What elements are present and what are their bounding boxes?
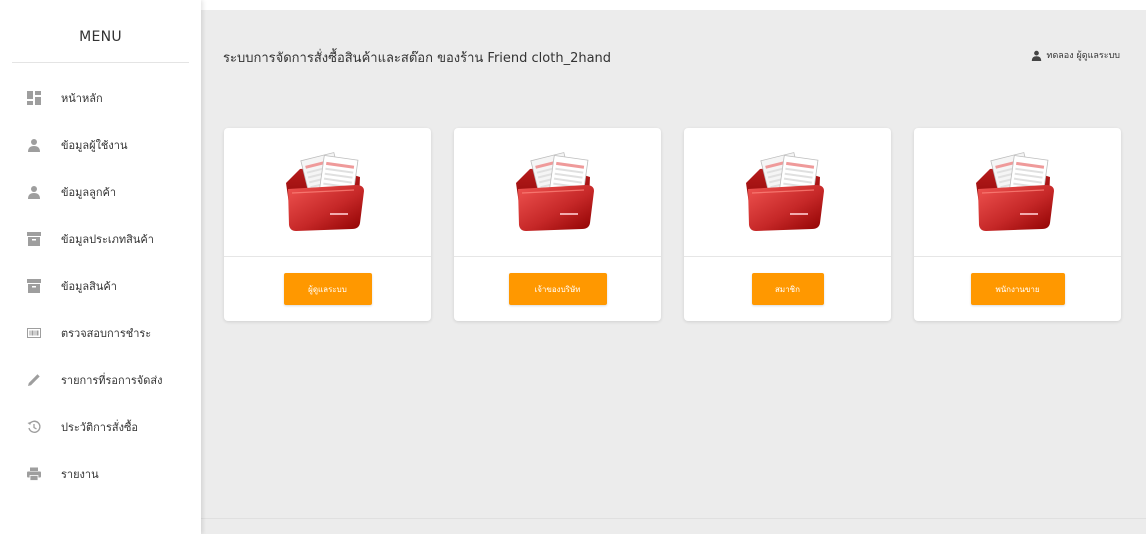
admin-button[interactable]: ผู้ดูแลระบบ xyxy=(283,273,372,305)
red-folder-icon xyxy=(968,147,1068,237)
card-actions: พนักงานขาย xyxy=(914,257,1121,321)
barcode-icon xyxy=(26,325,42,341)
red-folder-icon xyxy=(738,147,838,237)
sidebar-nav: หน้าหลัก ข้อมูลผู้ใช้งาน ข้อมูลลูกค้า ข้… xyxy=(0,74,201,497)
sidebar-item-pending-shipments[interactable]: รายการที่รอการจัดส่ง xyxy=(0,356,201,403)
card-media xyxy=(224,128,431,257)
owner-button[interactable]: เจ้าของบริษัท xyxy=(508,273,607,305)
person-icon xyxy=(26,137,42,153)
sidebar-item-reports[interactable]: รายงาน xyxy=(0,450,201,497)
salesperson-button[interactable]: พนักงานขาย xyxy=(970,273,1065,305)
print-icon xyxy=(26,466,42,482)
sidebar-item-label: ข้อมูลผู้ใช้งาน xyxy=(61,138,128,152)
sidebar-item-label: รายงาน xyxy=(61,467,99,481)
sidebar-item-label: ข้อมูลประเภทสินค้า xyxy=(61,232,154,246)
sidebar-item-users[interactable]: ข้อมูลผู้ใช้งาน xyxy=(0,121,201,168)
app-window: MENU หน้าหลัก ข้อมูลผู้ใช้งาน ข้อมูลลูกค… xyxy=(0,0,1146,534)
user-menu[interactable]: ทดลอง ผู้ดูแลระบบ xyxy=(1031,48,1120,62)
card-sales: พนักงานขาย xyxy=(914,128,1121,321)
history-icon xyxy=(26,419,42,435)
red-folder-icon xyxy=(278,147,378,237)
card-admin: ผู้ดูแลระบบ xyxy=(224,128,431,321)
main-content: ระบบการจัดการสั่งซื้อสินค้าและสต๊อก ของร… xyxy=(201,0,1146,534)
sidebar-item-label: ข้อมูลสินค้า xyxy=(61,279,117,293)
card-media xyxy=(454,128,661,257)
sidebar-item-label: ข้อมูลลูกค้า xyxy=(61,185,117,199)
sidebar-item-product-types[interactable]: ข้อมูลประเภทสินค้า xyxy=(0,215,201,262)
person-icon xyxy=(1031,50,1041,61)
sidebar-item-payments[interactable]: ตรวจสอบการชำระ xyxy=(0,309,201,356)
sidebar-item-label: รายการที่รอการจัดส่ง xyxy=(61,373,163,387)
sidebar-item-products[interactable]: ข้อมูลสินค้า xyxy=(0,262,201,309)
sidebar-item-label: ตรวจสอบการชำระ xyxy=(61,326,152,340)
card-member: สมาชิก xyxy=(684,128,891,321)
card-actions: ผู้ดูแลระบบ xyxy=(224,257,431,321)
card-actions: สมาชิก xyxy=(684,257,891,321)
sidebar-item-label: ประวัติการสั่งซื้อ xyxy=(61,420,139,434)
card-media xyxy=(684,128,891,257)
menu-title: MENU xyxy=(12,0,189,63)
footer-divider xyxy=(201,518,1146,519)
sidebar-item-customers[interactable]: ข้อมูลลูกค้า xyxy=(0,168,201,215)
red-folder-icon xyxy=(508,147,608,237)
archive-icon xyxy=(26,278,42,294)
sidebar-item-order-history[interactable]: ประวัติการสั่งซื้อ xyxy=(0,403,201,450)
card-actions: เจ้าของบริษัท xyxy=(454,257,661,321)
top-strip xyxy=(201,0,1146,10)
member-button[interactable]: สมาชิก xyxy=(751,273,824,305)
dashboard-icon xyxy=(26,90,42,106)
user-name: ทดลอง ผู้ดูแลระบบ xyxy=(1046,51,1120,61)
card-media xyxy=(914,128,1121,257)
person-icon xyxy=(26,184,42,200)
sidebar: MENU หน้าหลัก ข้อมูลผู้ใช้งาน ข้อมูลลูกค… xyxy=(0,0,201,534)
page-title: ระบบการจัดการสั่งซื้อสินค้าและสต๊อก ของร… xyxy=(223,51,612,66)
sidebar-item-label: หน้าหลัก xyxy=(61,91,103,105)
archive-icon xyxy=(26,231,42,247)
sidebar-item-home[interactable]: หน้าหลัก xyxy=(0,74,201,121)
card-owner: เจ้าของบริษัท xyxy=(454,128,661,321)
pencil-icon xyxy=(26,372,42,388)
